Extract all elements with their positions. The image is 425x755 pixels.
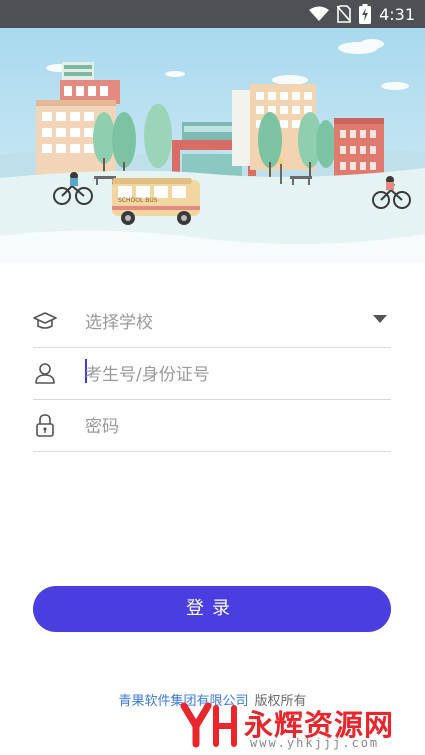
status-time: 4:31 (379, 4, 415, 24)
school-select-placeholder: 选择学校 (85, 313, 153, 333)
password-input[interactable]: 密码 (33, 399, 391, 452)
student-id-placeholder: 考生号/身份证号 (85, 365, 210, 385)
student-id-input[interactable]: 考生号/身份证号 (33, 347, 391, 400)
chevron-down-icon[interactable] (373, 315, 387, 323)
watermark-url: www.yhkjjj.com (250, 736, 380, 750)
wifi-icon (309, 6, 330, 21)
graduation-cap-icon (33, 312, 57, 329)
bus-label: SCHOOL BUS (118, 197, 158, 204)
watermark-logo-icon (180, 702, 237, 748)
campus-banner-illustration: SCHOOL BUS (0, 28, 425, 263)
user-icon (35, 363, 55, 384)
no-sim-icon (337, 5, 352, 23)
school-select[interactable]: 选择学校 (33, 295, 391, 348)
status-icons: 4:31 (309, 0, 415, 28)
lock-icon (36, 414, 54, 437)
login-button[interactable]: 登录 (33, 586, 391, 632)
status-bar: 4:31 (0, 0, 425, 28)
watermark: 永辉资源网 www.yhkjjj.com (178, 700, 418, 752)
password-placeholder: 密码 (85, 417, 119, 437)
battery-charging-icon (359, 4, 372, 24)
